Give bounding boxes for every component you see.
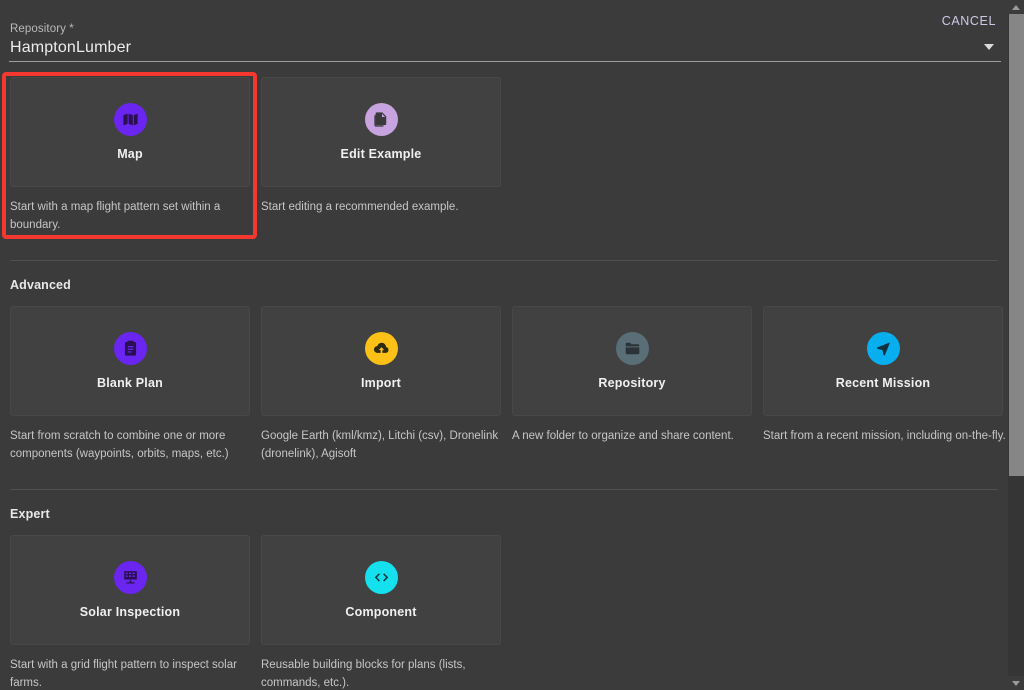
template-card-description: Reusable building blocks for plans (list…	[261, 659, 466, 689]
template-card-description: Start with a map flight pattern set with…	[10, 201, 221, 231]
section-title-advanced: Advanced	[10, 278, 71, 292]
template-list: Map Start with a map flight pattern set w…	[0, 62, 1008, 690]
vertical-scrollbar[interactable]	[1008, 0, 1024, 690]
template-cell: Component Reusable building blocks for pl…	[261, 535, 501, 690]
chevron-down-icon[interactable]	[1008, 676, 1024, 690]
new-plan-dialog: CANCEL Repository * HamptonLumber Map Sta…	[0, 0, 1024, 690]
section-title-expert: Expert	[10, 507, 50, 521]
section-advanced: Advanced Blank Plan Start from scratch to …	[0, 260, 1008, 481]
card-grid-primary: Map Start with a map flight pattern set w…	[0, 77, 1008, 234]
cloud-upload-icon	[364, 332, 398, 365]
template-card-label: Repository	[598, 376, 666, 390]
template-card-description: Google Earth (kml/kmz), Litchi (csv), Dr…	[261, 430, 499, 460]
clipboard-icon	[113, 332, 147, 365]
template-card-label: Component	[345, 605, 417, 619]
template-card-description: A new folder to organize and share conte…	[512, 430, 734, 442]
template-cell: Map Start with a map flight pattern set w…	[10, 77, 250, 234]
code-brackets-icon	[364, 561, 398, 594]
repository-select-value[interactable]: HamptonLumber	[10, 39, 131, 57]
template-cell: Recent Mission Start from a recent missio…	[763, 306, 1006, 463]
template-card-description: Start from a recent mission, including o…	[763, 430, 1006, 442]
template-card-map[interactable]: Map	[10, 77, 250, 187]
template-cell: Edit Example Start editing a recommended …	[261, 77, 501, 234]
template-card-blank-plan[interactable]: Blank Plan	[10, 306, 250, 416]
template-card-description: Start with a grid flight pattern to insp…	[10, 659, 237, 689]
template-cell: Blank Plan Start from scratch to combine …	[10, 306, 250, 463]
template-card-solar-inspection[interactable]: Solar Inspection	[10, 535, 250, 645]
template-cell: Import Google Earth (kml/kmz), Litchi (cs…	[261, 306, 501, 463]
template-card-description: Start from scratch to combine one or mor…	[10, 430, 229, 460]
dialog-header: CANCEL Repository * HamptonLumber	[0, 0, 1008, 62]
template-card-recent-mission[interactable]: Recent Mission	[763, 306, 1003, 416]
template-card-label: Solar Inspection	[79, 605, 181, 619]
section-expert: Expert Solar Inspection Start with a grid …	[0, 489, 1008, 690]
chevron-up-icon[interactable]	[1008, 0, 1024, 14]
chevron-down-icon[interactable]	[984, 44, 994, 50]
cancel-button[interactable]: CANCEL	[938, 12, 1000, 30]
template-cell: Repository A new folder to organize and s…	[512, 306, 752, 463]
template-card-label: Import	[360, 376, 402, 390]
section-primary: Map Start with a map flight pattern set w…	[0, 77, 1008, 252]
template-card-repository[interactable]: Repository	[512, 306, 752, 416]
template-cell: Solar Inspection Start with a grid flight…	[10, 535, 250, 690]
section-divider	[10, 489, 998, 490]
template-card-label: Map	[117, 147, 143, 161]
card-grid-expert: Solar Inspection Start with a grid flight…	[0, 535, 1008, 690]
template-card-label: Recent Mission	[835, 376, 931, 390]
template-card-component[interactable]: Component	[261, 535, 501, 645]
navigation-arrow-icon	[866, 332, 900, 365]
template-card-import[interactable]: Import	[261, 306, 501, 416]
repository-field-label: Repository *	[10, 23, 74, 35]
template-card-edit-example[interactable]: Edit Example	[261, 77, 501, 187]
section-divider	[10, 260, 998, 261]
solar-panel-icon	[113, 561, 147, 594]
folder-open-icon	[615, 332, 649, 365]
scrollbar-thumb[interactable]	[1009, 14, 1024, 476]
template-card-label: Edit Example	[340, 147, 422, 161]
copy-page-icon	[364, 103, 398, 136]
map-icon	[113, 103, 147, 136]
template-card-label: Blank Plan	[97, 376, 163, 390]
template-card-description: Start editing a recommended example.	[261, 201, 459, 213]
card-grid-advanced: Blank Plan Start from scratch to combine …	[0, 306, 1008, 463]
